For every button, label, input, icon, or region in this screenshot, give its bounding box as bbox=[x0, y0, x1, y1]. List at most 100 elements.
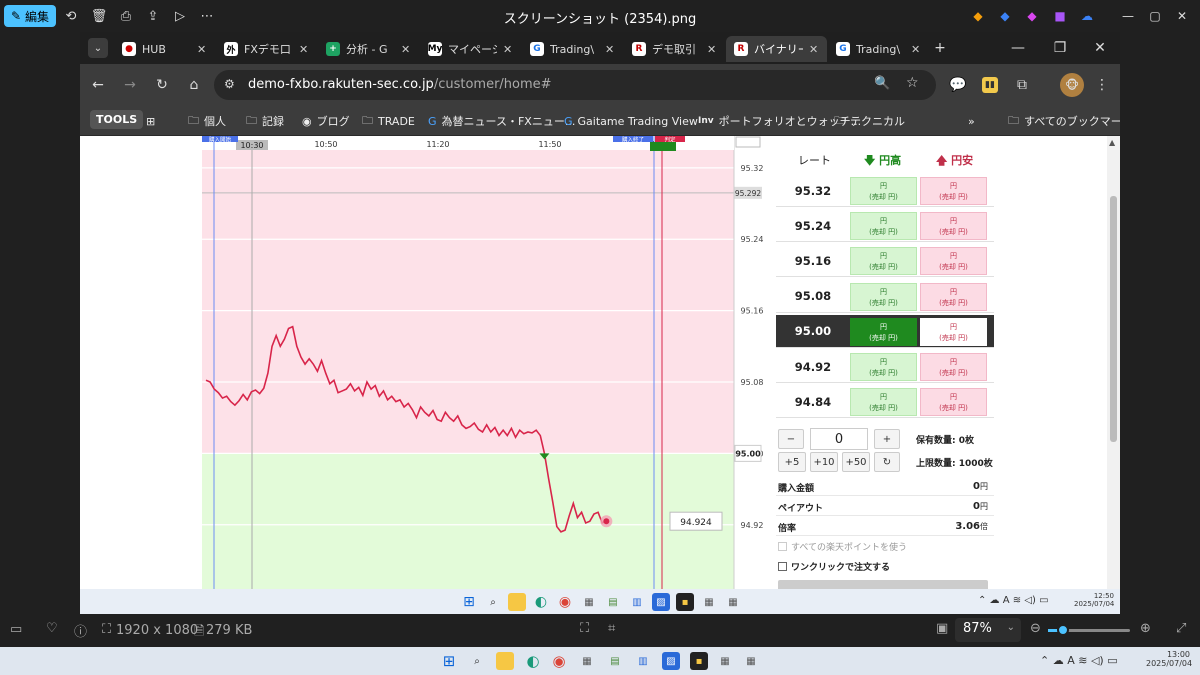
inc-10-button[interactable]: +10 bbox=[810, 452, 838, 472]
browser-restore-icon[interactable]: ❐ bbox=[1050, 38, 1070, 58]
star-icon[interactable]: ☆ bbox=[906, 75, 919, 91]
apps-icon[interactable]: ⊞ bbox=[146, 112, 155, 130]
start-icon[interactable]: ⊞ bbox=[460, 593, 478, 611]
bookmark-folder-trade[interactable]: 🗀 TRADE bbox=[362, 112, 415, 130]
app-icon[interactable]: ▥ bbox=[628, 593, 646, 611]
yen-down-button[interactable]: 円 (売却 円) bbox=[920, 282, 987, 311]
qty-plus-button[interactable]: + bbox=[874, 429, 900, 449]
minimize-icon[interactable]: — bbox=[1118, 6, 1138, 26]
clipchamp-icon[interactable]: ◆ bbox=[1022, 6, 1042, 26]
zoom-in-icon[interactable]: ⊕ bbox=[1140, 621, 1151, 636]
browser-minimize-icon[interactable]: — bbox=[1008, 38, 1028, 58]
inc-5-button[interactable]: +5 bbox=[778, 452, 806, 472]
extension-note-icon[interactable]: ▮▮ bbox=[982, 77, 998, 93]
scroll-thumb[interactable] bbox=[1110, 196, 1117, 442]
zoom-out-icon[interactable]: ⊖ bbox=[1030, 621, 1041, 636]
explorer-icon[interactable] bbox=[496, 652, 514, 670]
tab[interactable]: + 分析 - G ✕ bbox=[318, 36, 419, 62]
bookmark-all[interactable]: 🗀 すべてのブックマーク bbox=[1008, 112, 1120, 130]
rotate-icon[interactable]: ⟲ bbox=[62, 7, 80, 25]
yen-up-button[interactable]: 円 (売却 円) bbox=[850, 177, 917, 205]
yen-down-button[interactable]: 円 (売却 円) bbox=[920, 317, 987, 346]
edge-icon[interactable]: ◐ bbox=[532, 593, 550, 611]
tab-close-icon[interactable]: ✕ bbox=[911, 43, 929, 56]
yen-up-button[interactable]: 円 (売却 円) bbox=[850, 247, 917, 276]
explorer-icon[interactable] bbox=[508, 593, 526, 611]
clip-icon[interactable]: ■ bbox=[1050, 6, 1070, 26]
filmstrip-icon[interactable]: ▭ bbox=[10, 622, 22, 637]
back-icon[interactable]: ← bbox=[88, 75, 108, 95]
extensions-icon[interactable]: ⧉ bbox=[1012, 75, 1032, 95]
yen-down-button[interactable]: 円 (売却 円) bbox=[920, 212, 987, 241]
tab[interactable]: G Trading\ ✕ bbox=[828, 36, 929, 62]
app-icon[interactable]: ▥ bbox=[634, 652, 652, 670]
tray-icons[interactable]: ⌃ ☁ A ≋ ◁) ▭ bbox=[1040, 654, 1118, 667]
scroll-up-icon[interactable]: ▲ bbox=[1109, 138, 1115, 147]
new-tab-icon[interactable]: + bbox=[930, 38, 950, 58]
tab-close-icon[interactable]: ✕ bbox=[605, 43, 623, 56]
page-scrollbar[interactable]: ▲ ▼ bbox=[1107, 136, 1120, 614]
text-scan-icon[interactable]: ⌗ bbox=[608, 621, 615, 636]
tab[interactable]: G Trading\ ✕ bbox=[522, 36, 623, 62]
tab-close-icon[interactable]: ✕ bbox=[707, 43, 725, 56]
tab-close-icon[interactable]: ✕ bbox=[503, 43, 521, 56]
yen-up-button[interactable]: 円 (売却 円) bbox=[850, 212, 917, 241]
start-icon[interactable]: ⊞ bbox=[440, 652, 458, 670]
onedrive-icon[interactable]: ☁ bbox=[1077, 6, 1097, 26]
fullscreen-icon[interactable]: ⤢ bbox=[1176, 621, 1186, 636]
app-icon[interactable]: ▦ bbox=[724, 593, 742, 611]
tab[interactable]: ● HUB ✕ bbox=[114, 36, 215, 62]
zoom-select[interactable]: 87% ⌄ bbox=[955, 618, 1021, 642]
yen-up-button[interactable]: 円 (売却 円) bbox=[850, 388, 917, 417]
info-icon[interactable]: ⓘ bbox=[74, 621, 87, 640]
tab-close-icon[interactable]: ✕ bbox=[197, 43, 215, 56]
app-icon[interactable]: ▪ bbox=[676, 593, 694, 611]
yen-up-button[interactable]: 円 (売却 円) bbox=[850, 353, 917, 381]
copilot-icon[interactable]: ◆ bbox=[968, 6, 988, 26]
app-icon[interactable]: ▤ bbox=[604, 593, 622, 611]
tab[interactable]: 外 FXデモ口 ✕ bbox=[216, 36, 317, 62]
points-option[interactable]: すべての楽天ポイントを使う bbox=[778, 540, 907, 553]
zoom-icon[interactable]: 🔍 bbox=[874, 76, 890, 91]
bookmark-folder-personal[interactable]: 🗀 個人 bbox=[188, 112, 226, 130]
delete-icon[interactable]: 🗑 bbox=[90, 7, 108, 25]
bookmark-fx-news[interactable]: G 為替ニュース・FXニュー... bbox=[428, 112, 575, 130]
browser-close-icon[interactable]: ✕ bbox=[1090, 38, 1110, 58]
print-icon[interactable]: ⎙ bbox=[117, 7, 135, 25]
app-icon[interactable]: ▨ bbox=[662, 652, 680, 670]
share-icon[interactable]: ⇪ bbox=[144, 7, 162, 25]
more-icon[interactable]: ⋯ bbox=[198, 7, 216, 25]
extension-chat-icon[interactable]: 💬 bbox=[948, 75, 968, 95]
bookmark-folder-records[interactable]: 🗀 記録 bbox=[246, 112, 284, 130]
designer-icon[interactable]: ◆ bbox=[995, 6, 1015, 26]
edge-icon[interactable]: ◐ bbox=[524, 652, 542, 670]
qty-minus-button[interactable]: − bbox=[778, 429, 804, 449]
bookmarks-overflow-icon[interactable]: » bbox=[968, 112, 975, 130]
app-icon[interactable]: ▦ bbox=[716, 652, 734, 670]
yen-down-button[interactable]: 円 (売却 円) bbox=[920, 353, 987, 381]
points-checkbox[interactable] bbox=[778, 542, 787, 551]
forward-icon[interactable]: → bbox=[120, 75, 140, 95]
tab[interactable]: My マイページ ✕ bbox=[420, 36, 521, 62]
chrome-icon[interactable]: ◉ bbox=[556, 593, 574, 611]
tray-icons[interactable]: ⌃ ☁ A ≋ ◁) ▭ bbox=[978, 595, 1049, 606]
yen-down-button[interactable]: 円 (売却 円) bbox=[920, 388, 987, 417]
tab-close-icon[interactable]: ✕ bbox=[809, 43, 827, 56]
zoom-slider-handle[interactable] bbox=[1057, 624, 1069, 636]
app-icon[interactable]: ▦ bbox=[578, 652, 596, 670]
crop-icon[interactable]: ⛶ bbox=[580, 621, 589, 636]
tab[interactable]: R バイナリー ✕ bbox=[726, 36, 827, 62]
fit-icon[interactable]: ▣ bbox=[936, 621, 948, 636]
app-icon[interactable]: ▦ bbox=[580, 593, 598, 611]
app-icon[interactable]: ▤ bbox=[606, 652, 624, 670]
yen-down-button[interactable]: 円 (売却 円) bbox=[920, 177, 987, 205]
tab-close-icon[interactable]: ✕ bbox=[401, 43, 419, 56]
yen-up-button[interactable]: 円 (売却 円) bbox=[850, 317, 917, 346]
oneclick-option[interactable]: ワンクリックで注文する bbox=[778, 560, 890, 573]
menu-icon[interactable]: ⋮ bbox=[1092, 75, 1112, 95]
favorite-icon[interactable]: ♡ bbox=[46, 621, 58, 636]
tab-search-icon[interactable]: ⌄ bbox=[88, 38, 108, 58]
reload-icon[interactable]: ↻ bbox=[152, 75, 172, 95]
profile-avatar[interactable]: 🐵 bbox=[1060, 73, 1084, 97]
zoom-slider[interactable] bbox=[1048, 624, 1130, 636]
